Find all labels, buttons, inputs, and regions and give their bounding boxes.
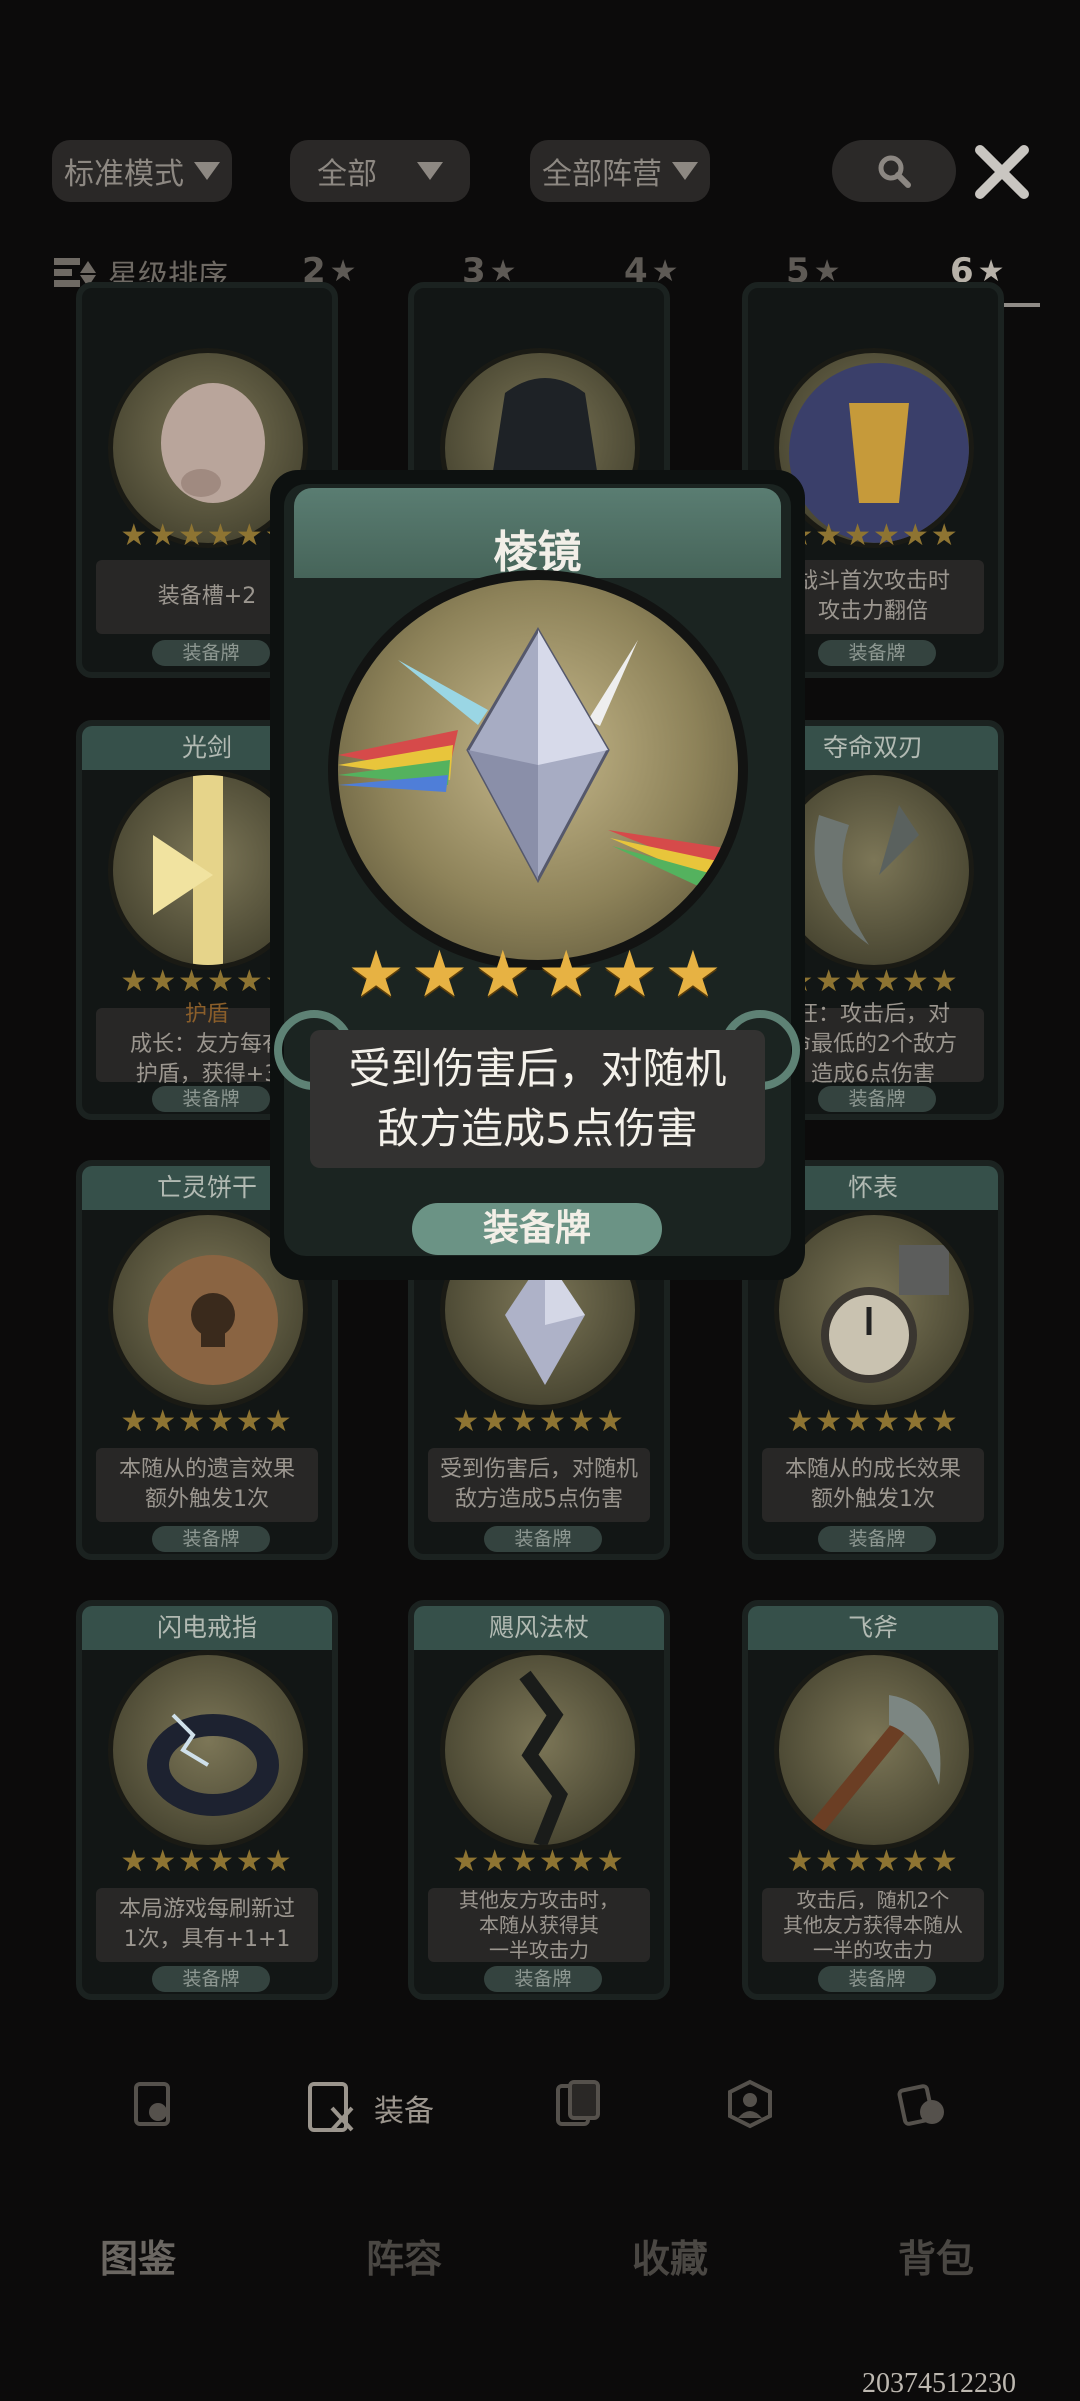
chevron-down-icon (194, 162, 220, 180)
close-icon (975, 145, 1029, 199)
card-description: 其他友方攻击时， 本随从获得其 一半攻击力 (428, 1888, 650, 1962)
subnav-equipment-label: 装备 (374, 2094, 434, 2129)
nav-backpack-tab[interactable]: 背包 (898, 2228, 974, 2283)
equipment-card[interactable]: 闪电戒指 ★★★★★★ 本局游戏每刷新过 1次，具有+1+1 装备牌 (76, 1600, 338, 2000)
card-type-badge: 装备牌 (152, 1966, 270, 1992)
subnav-skin-tab[interactable] (896, 2078, 952, 2130)
card-name: 闪电戒指 (82, 1606, 332, 1650)
equipment-card[interactable]: 飞斧 ★★★★★★ 攻击后，随机2个 其他友方获得本随从 一半的攻击力 装备牌 (742, 1600, 1004, 2000)
subnav-minion-tab[interactable] (128, 2078, 180, 2130)
card-type-badge: 装备牌 (818, 1966, 936, 1992)
nav-lineup-tab[interactable]: 阵容 (366, 2228, 442, 2283)
faction-filter-label: 全部阵营 (542, 157, 662, 192)
card-description: 受到伤害后，对随机 敌方造成5点伤害 (428, 1448, 650, 1522)
card-star-rating: ★★★★★★ (452, 1844, 626, 1879)
search-button[interactable] (832, 140, 956, 202)
subnav-equipment-tab[interactable]: 装备 (302, 2078, 434, 2138)
nav-codex-tab[interactable]: 图鉴 (100, 2228, 176, 2283)
card-type-badge: 装备牌 (818, 640, 936, 666)
category-filter-label: 全部 (317, 157, 377, 192)
card-description: 攻击后，随机2个 其他友方获得本随从 一半的攻击力 (762, 1888, 984, 1962)
equipment-card-icon (308, 2082, 354, 2132)
popup-card-description: 受到伤害后，对随机 敌方造成5点伤害 (310, 1030, 765, 1168)
card-detail-popup[interactable]: 棱镜 ★★★★★★ 受到伤害后，对随机 敌方造成5点伤害 装备牌 (270, 470, 805, 1280)
card-art-hurricane-staff (440, 1650, 640, 1850)
minion-card-icon (134, 2082, 170, 2126)
card-star-rating: ★★★★★★ (120, 1844, 294, 1879)
card-type-badge: 装备牌 (152, 1526, 270, 1552)
mode-filter-label: 标准模式 (64, 157, 184, 192)
card-name: 飓风法杖 (414, 1606, 664, 1650)
card-description: 本随从的遗言效果 额外触发1次 (96, 1448, 318, 1522)
nav-collection-tab[interactable]: 收藏 (632, 2228, 708, 2283)
card-star-rating: ★★★★★★ (786, 1404, 960, 1439)
faction-filter-dropdown[interactable]: 全部阵营 (530, 140, 710, 202)
popup-card-art-prism (328, 570, 748, 970)
card-art-lightning-ring (108, 1650, 308, 1850)
close-button[interactable] (960, 130, 1044, 214)
card-description: 本随从的成长效果 额外触发1次 (762, 1448, 984, 1522)
mode-filter-dropdown[interactable]: 标准模式 (52, 140, 232, 202)
card-description: 本局游戏每刷新过 1次，具有+1+1 (96, 1888, 318, 1962)
card-type-badge: 装备牌 (484, 1966, 602, 1992)
card-type-badge: 装备牌 (152, 640, 270, 666)
user-id-watermark: 20374512230 (862, 2368, 1016, 2399)
main-bottom-nav: 图鉴 阵容 收藏 背包 (0, 2220, 1080, 2300)
star-icon: ★ (329, 253, 357, 289)
category-filter-dropdown[interactable]: 全部 (290, 140, 470, 202)
card-type-badge: 装备牌 (484, 1526, 602, 1552)
card-name: 飞斧 (748, 1606, 998, 1650)
subnav-spell-tab[interactable] (552, 2078, 604, 2130)
card-star-rating: ★★★★★★ (786, 1844, 960, 1879)
popup-star-rating: ★★★★★★ (347, 938, 728, 1012)
card-type-badge: 装备牌 (818, 1086, 936, 1112)
card-star-rating: ★★★★★★ (120, 1404, 294, 1439)
popup-header: 棱镜 (294, 488, 781, 578)
chevron-down-icon (672, 162, 698, 180)
spell-card-icon (556, 2080, 600, 2126)
card-type-badge: 装备牌 (818, 1526, 936, 1552)
popup-card-type-badge: 装备牌 (412, 1203, 662, 1255)
chevron-down-icon (417, 162, 443, 180)
search-icon (878, 155, 911, 188)
card-art-flying-axe (774, 1650, 974, 1850)
subnav-hero-tab[interactable] (724, 2078, 776, 2130)
hero-portrait-icon (728, 2079, 772, 2129)
equipment-card[interactable]: 飓风法杖 ★★★★★★ 其他友方攻击时， 本随从获得其 一半攻击力 装备牌 (408, 1600, 670, 2000)
collection-subnav: 装备 (0, 2060, 1080, 2150)
card-type-badge: 装备牌 (152, 1086, 270, 1112)
skin-cards-icon (897, 2084, 944, 2126)
card-star-rating: ★★★★★★ (452, 1404, 626, 1439)
